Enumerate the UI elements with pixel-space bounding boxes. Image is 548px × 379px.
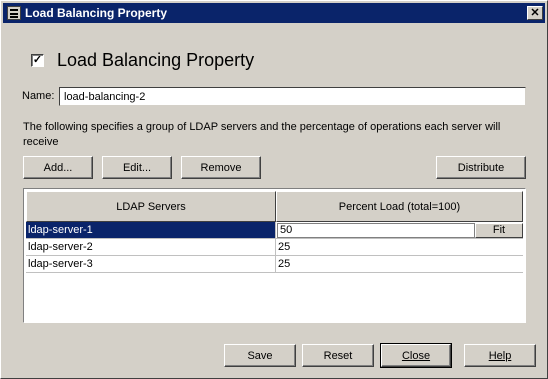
fit-button[interactable]: Fit xyxy=(475,222,523,238)
table-header: LDAP Servers Percent Load (total=100) xyxy=(26,191,523,222)
page-header: ✓ Load Balancing Property xyxy=(31,50,254,71)
percent-cell[interactable]: 25 xyxy=(276,239,523,256)
save-button[interactable]: Save xyxy=(224,344,296,367)
page-title: Load Balancing Property xyxy=(57,50,255,70)
percent-cell[interactable]: Fit xyxy=(276,222,523,239)
name-input[interactable] xyxy=(59,87,526,106)
servers-table: LDAP Servers Percent Load (total=100) ld… xyxy=(23,188,526,323)
name-label: Name: xyxy=(22,90,55,102)
table-row[interactable]: ldap-server-2 25 xyxy=(26,239,523,256)
percent-edit-input[interactable] xyxy=(277,222,475,238)
distribute-button[interactable]: Distribute xyxy=(436,156,526,179)
server-cell[interactable]: ldap-server-2 xyxy=(26,239,276,256)
help-button[interactable]: Help xyxy=(464,344,536,367)
dialog-window: Load Balancing Property ✕ ✓ Load Balanci… xyxy=(0,0,548,379)
column-header-percent-load[interactable]: Percent Load (total=100) xyxy=(276,191,523,222)
close-button[interactable]: Close xyxy=(380,343,452,368)
enable-checkbox[interactable]: ✓ xyxy=(31,54,44,67)
remove-button[interactable]: Remove xyxy=(181,156,261,179)
server-cell[interactable]: ldap-server-3 xyxy=(26,256,276,273)
table-row[interactable]: ldap-server-1 Fit xyxy=(26,222,523,239)
description-text: The following specifies a group of LDAP … xyxy=(23,121,501,148)
server-cell[interactable]: ldap-server-1 xyxy=(26,222,276,239)
table-row[interactable]: ldap-server-3 25 xyxy=(26,256,523,273)
close-icon[interactable]: ✕ xyxy=(527,6,543,20)
add-button[interactable]: Add... xyxy=(23,156,93,179)
window-title: Load Balancing Property xyxy=(25,6,168,20)
close-button-label: Close xyxy=(401,349,431,362)
column-header-ldap-servers[interactable]: LDAP Servers xyxy=(26,191,276,222)
help-button-label: Help xyxy=(488,349,512,362)
reset-button[interactable]: Reset xyxy=(302,344,374,367)
edit-button[interactable]: Edit... xyxy=(102,156,172,179)
percent-cell[interactable]: 25 xyxy=(276,256,523,273)
title-bar[interactable]: Load Balancing Property ✕ xyxy=(3,3,545,23)
app-icon xyxy=(7,6,21,20)
